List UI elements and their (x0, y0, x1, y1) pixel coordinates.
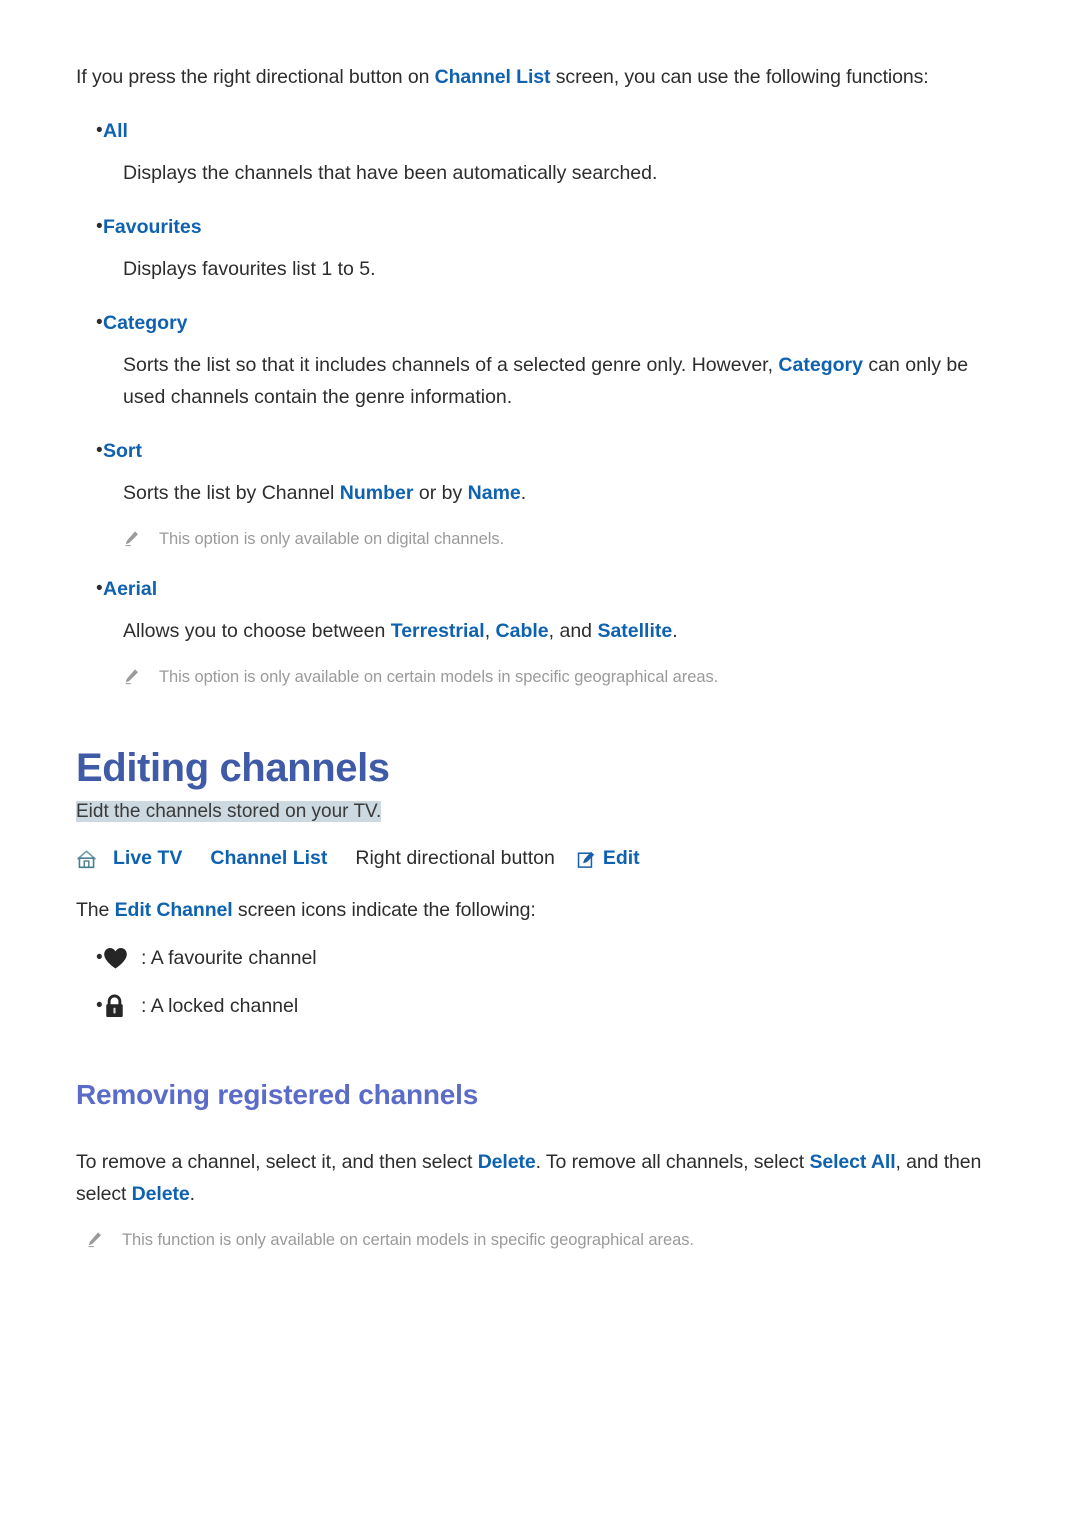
note-text: This option is only available on digital… (159, 529, 505, 548)
removing-body: To remove a channel, select it, and then… (76, 1147, 1004, 1210)
aerial-body-part-4: . (672, 620, 678, 643)
list-item: : A locked channel (76, 991, 1004, 1022)
sort-body-part-1: Sorts the list by Channel (123, 482, 340, 505)
edit-icons-intro: The Edit Channel screen icons indicate t… (76, 895, 1004, 927)
note-aerial: This option is only available on certain… (123, 665, 1004, 690)
list-item: : A favourite channel (76, 943, 1004, 974)
sort-body-part-2: or by (413, 482, 468, 505)
category-inline-link[interactable]: Category (778, 354, 863, 376)
note-removing: This function is only available on certa… (86, 1228, 1004, 1253)
edit-icons-intro-prefix: The (76, 898, 115, 921)
bullet-icon (76, 943, 103, 974)
option-favourites: Favourites Displays favourites list 1 to… (76, 212, 1004, 286)
number-link[interactable]: Number (340, 482, 414, 504)
intro-paragraph: If you press the right directional butto… (76, 62, 1004, 94)
option-term-all[interactable]: All (103, 116, 128, 148)
option-all: All Displays the channels that have been… (76, 116, 1004, 190)
option-body-sort: Sorts the list by Channel Number or by N… (123, 478, 1003, 510)
bullet-icon (76, 436, 103, 467)
delete-link-2[interactable]: Delete (132, 1183, 190, 1205)
pencil-icon (86, 1228, 122, 1253)
option-term-sort[interactable]: Sort (103, 436, 142, 468)
intro-prefix: If you press the right directional butto… (76, 66, 435, 88)
breadcrumb-live-tv[interactable]: Live TV (113, 845, 182, 872)
section-title-removing: Removing registered channels (76, 1078, 479, 1110)
page-title: Editing channels (76, 745, 390, 790)
breadcrumb: Live TV Channel List Right directional b… (76, 845, 1004, 872)
home-icon (76, 849, 97, 870)
pencil-icon (123, 665, 159, 690)
option-body-aerial: Allows you to choose between Terrestrial… (123, 616, 1003, 648)
heart-icon (103, 947, 139, 970)
note-text: This option is only available on certain… (159, 667, 719, 686)
bullet-icon (76, 116, 103, 147)
breadcrumb-right-directional-button: Right directional button (355, 847, 555, 870)
removing-part-1: To remove a channel, select it, and then… (76, 1151, 478, 1174)
removing-part-4: . (189, 1183, 195, 1206)
bullet-icon (76, 991, 103, 1022)
delete-link-1[interactable]: Delete (478, 1151, 536, 1173)
bullet-icon (76, 308, 103, 339)
aerial-body-part-3: , and (548, 620, 598, 643)
option-term-aerial[interactable]: Aerial (103, 574, 157, 606)
removing-part-2: . To remove all channels, select (535, 1151, 810, 1174)
option-body-favourites: Displays favourites list 1 to 5. (123, 258, 376, 281)
breadcrumb-edit[interactable]: Edit (603, 845, 640, 872)
edit-icons-intro-suffix: screen icons indicate the following: (232, 898, 536, 921)
category-body-part-1: Sorts the list so that it includes chann… (123, 354, 779, 377)
sort-body-part-3: . (520, 482, 527, 505)
highlighted-subtitle: Eidt the channels stored on your TV. (76, 800, 382, 822)
option-term-favourites[interactable]: Favourites (103, 212, 202, 244)
locked-channel-label: : A locked channel (141, 994, 299, 1017)
pencil-icon (123, 527, 159, 552)
select-all-link[interactable]: Select All (809, 1151, 895, 1173)
document-page: If you press the right directional butto… (0, 0, 1080, 1527)
satellite-link[interactable]: Satellite (597, 620, 672, 642)
subtitle-wrap: Eidt the channels stored on your TV. (76, 798, 1004, 827)
option-aerial: Aerial Allows you to choose between Terr… (76, 574, 1004, 690)
channel-list-link[interactable]: Channel List (435, 66, 551, 88)
note-sort: This option is only available on digital… (123, 527, 1004, 552)
aerial-body-part-2: , (484, 620, 496, 643)
option-sort: Sort Sorts the list by Channel Number or… (76, 436, 1004, 552)
breadcrumb-channel-list[interactable]: Channel List (210, 845, 327, 872)
name-link[interactable]: Name (468, 482, 521, 504)
favourite-channel-label: : A favourite channel (141, 947, 317, 970)
terrestrial-link[interactable]: Terrestrial (391, 620, 485, 642)
cable-link[interactable]: Cable (496, 620, 549, 642)
aerial-body-part-1: Allows you to choose between (123, 620, 391, 643)
option-term-category[interactable]: Category (103, 308, 188, 340)
bullet-icon (76, 212, 103, 243)
lock-icon (103, 994, 139, 1019)
bullet-icon (76, 574, 103, 605)
option-body-category: Sorts the list so that it includes chann… (123, 350, 1003, 413)
intro-suffix: screen, you can use the following functi… (550, 66, 929, 88)
note-text: This function is only available on certa… (122, 1230, 694, 1249)
option-category: Category Sorts the list so that it inclu… (76, 308, 1004, 414)
edit-channel-link[interactable]: Edit Channel (115, 899, 233, 921)
edit-pencil-icon (577, 850, 596, 869)
option-body-all: Displays the channels that have been aut… (123, 162, 658, 185)
